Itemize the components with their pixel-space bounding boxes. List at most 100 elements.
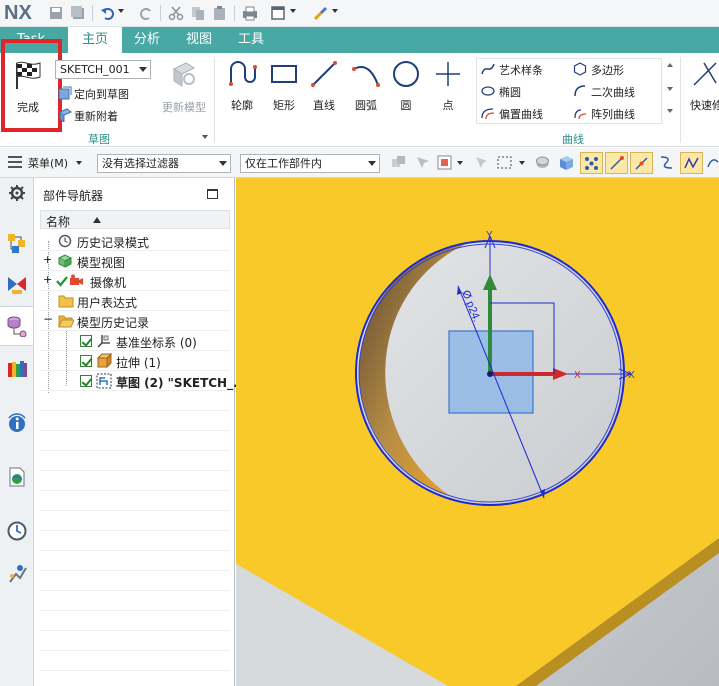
expand-icon[interactable]: + [43,273,52,286]
rectangle-icon [271,65,297,83]
more-snaps-icon[interactable] [706,154,719,171]
tab-view[interactable]: 视图 [176,27,222,53]
sketch-group-expand-icon[interactable] [202,135,208,139]
line-button[interactable]: 直线 [304,59,344,115]
chevron-down-icon [368,161,376,166]
node-label: 模型历史记录 [77,316,150,330]
tree-node-model-views[interactable]: + 模型视图 [40,251,230,271]
circle-button[interactable]: 圆 [386,59,426,115]
gallery-up-icon[interactable] [667,63,673,67]
cube-icon[interactable] [558,154,575,171]
conic-icon [574,85,586,97]
save-icon[interactable] [48,5,64,21]
process-studio-icon[interactable] [6,562,28,584]
profile-label: 轮廓 [231,99,253,112]
snap-spline-toggle[interactable] [680,152,703,174]
gallery-down-icon[interactable] [667,87,673,91]
sketch-group-label: 草图 [88,133,110,146]
undo-dropdown-icon[interactable] [118,9,124,13]
update-model-button[interactable]: 更新模型 [160,57,208,117]
selection-scope-select[interactable]: 仅在工作部件内 [240,154,380,173]
checkbox[interactable] [80,335,92,347]
camera-icon [70,274,83,285]
ribbon: 完成 SKETCH_001 定向到草图 重新附着 更新模型 草图 轮廓 矩形 直… [0,39,719,147]
print-icon[interactable] [242,5,258,21]
conic-label: 二次曲线 [591,86,635,99]
profile-button[interactable]: 轮廓 [222,59,262,115]
copy-icon[interactable] [190,5,206,21]
tree-node-camera[interactable]: + 摄像机 [40,271,230,291]
line-icon [311,61,337,87]
sketch-name-select[interactable]: SKETCH_001 [55,60,151,79]
window-icon[interactable] [270,5,286,21]
tree-node-extrude[interactable]: 拉伸 (1) [40,351,230,371]
reuse-library-icon[interactable] [6,358,28,380]
redo-icon[interactable] [138,5,154,21]
check-icon [56,276,68,287]
tab-home[interactable]: 主页 [68,27,122,53]
assembly-filter-icon[interactable] [390,154,407,171]
tab-tools[interactable]: 工具 [228,27,274,53]
window-dropdown-icon[interactable] [290,9,296,13]
update-model-icon [172,62,196,87]
snap-points-toggle[interactable] [580,152,603,174]
gallery-more-icon[interactable] [667,109,673,113]
tree-node-sketch[interactable]: 草图 (2) "SKETCH_... [40,371,247,391]
curve-snap-icon[interactable] [658,154,675,171]
profile-icon [229,61,257,86]
quick-trim-button[interactable]: 快速修 [684,59,719,115]
save-all-icon[interactable] [70,5,86,21]
expand-icon[interactable]: + [43,253,52,266]
name-column-header[interactable]: 名称 [40,210,230,229]
constraint-navigator-icon[interactable] [6,274,28,296]
part-navigator-tab[interactable] [0,306,33,346]
node-label: 历史记录模式 [77,236,150,250]
maximize-icon[interactable] [207,189,218,199]
undo-icon[interactable] [100,5,116,21]
ellipse-icon [481,86,495,96]
graphics-window[interactable]: Y X X Ø p24. [236,178,719,686]
solid-body-icon[interactable] [534,154,551,171]
select-box-icon[interactable] [436,154,453,171]
collapse-icon[interactable]: − [43,312,53,326]
line-label: 直线 [313,99,335,112]
general-selection-icon[interactable] [414,154,431,171]
assembly-navigator-icon[interactable] [6,232,28,254]
rectangle-button[interactable]: 矩形 [264,59,304,115]
customize-dropdown-icon[interactable] [332,9,338,13]
chevron-down-icon [219,161,227,166]
rectangle-select-dropdown-icon[interactable] [519,161,525,165]
node-label: 草图 (2) "SKETCH_... [116,376,247,390]
tab-analysis[interactable]: 分析 [124,27,170,53]
part-navigator-icon [7,316,27,337]
type-filter-select[interactable]: 没有选择过滤器 [97,154,231,173]
node-label: 模型视图 [77,256,126,270]
selection-scope-value: 仅在工作部件内 [245,157,322,170]
cut-icon[interactable] [168,5,184,21]
gear-icon[interactable] [8,184,26,202]
column-header-label: 名称 [46,215,71,229]
tree-node-model-history[interactable]: − 模型历史记录 [40,311,230,331]
info-icon[interactable] [6,412,28,434]
deselect-icon[interactable] [472,154,489,171]
snap-points-icon [585,157,598,170]
paste-icon[interactable] [212,5,228,21]
checkbox[interactable] [80,375,92,387]
history-clock-icon[interactable] [6,520,28,542]
reattach-label: 重新附着 [74,110,118,123]
rectangle-select-icon[interactable] [496,154,513,171]
tree-node-history-mode[interactable]: 历史记录模式 [40,231,230,251]
snap-end-toggle[interactable] [605,152,628,174]
quick-trim-label: 快速修 [690,99,719,112]
tree-node-datum-csys[interactable]: 基准坐标系 (0) [40,331,230,351]
brush-icon[interactable] [312,5,328,21]
menu-label: 菜单(M) [28,157,69,170]
snap-mid-toggle[interactable] [630,152,653,174]
point-button[interactable]: 点 [428,59,468,115]
navigator-title: 部件导航器 [43,189,104,203]
arc-button[interactable]: 圆弧 [346,59,386,115]
tree-node-user-expressions[interactable]: 用户表达式 [40,291,230,311]
checkbox[interactable] [80,355,92,367]
web-browser-icon[interactable] [6,466,28,488]
select-box-dropdown-icon[interactable] [457,161,463,165]
